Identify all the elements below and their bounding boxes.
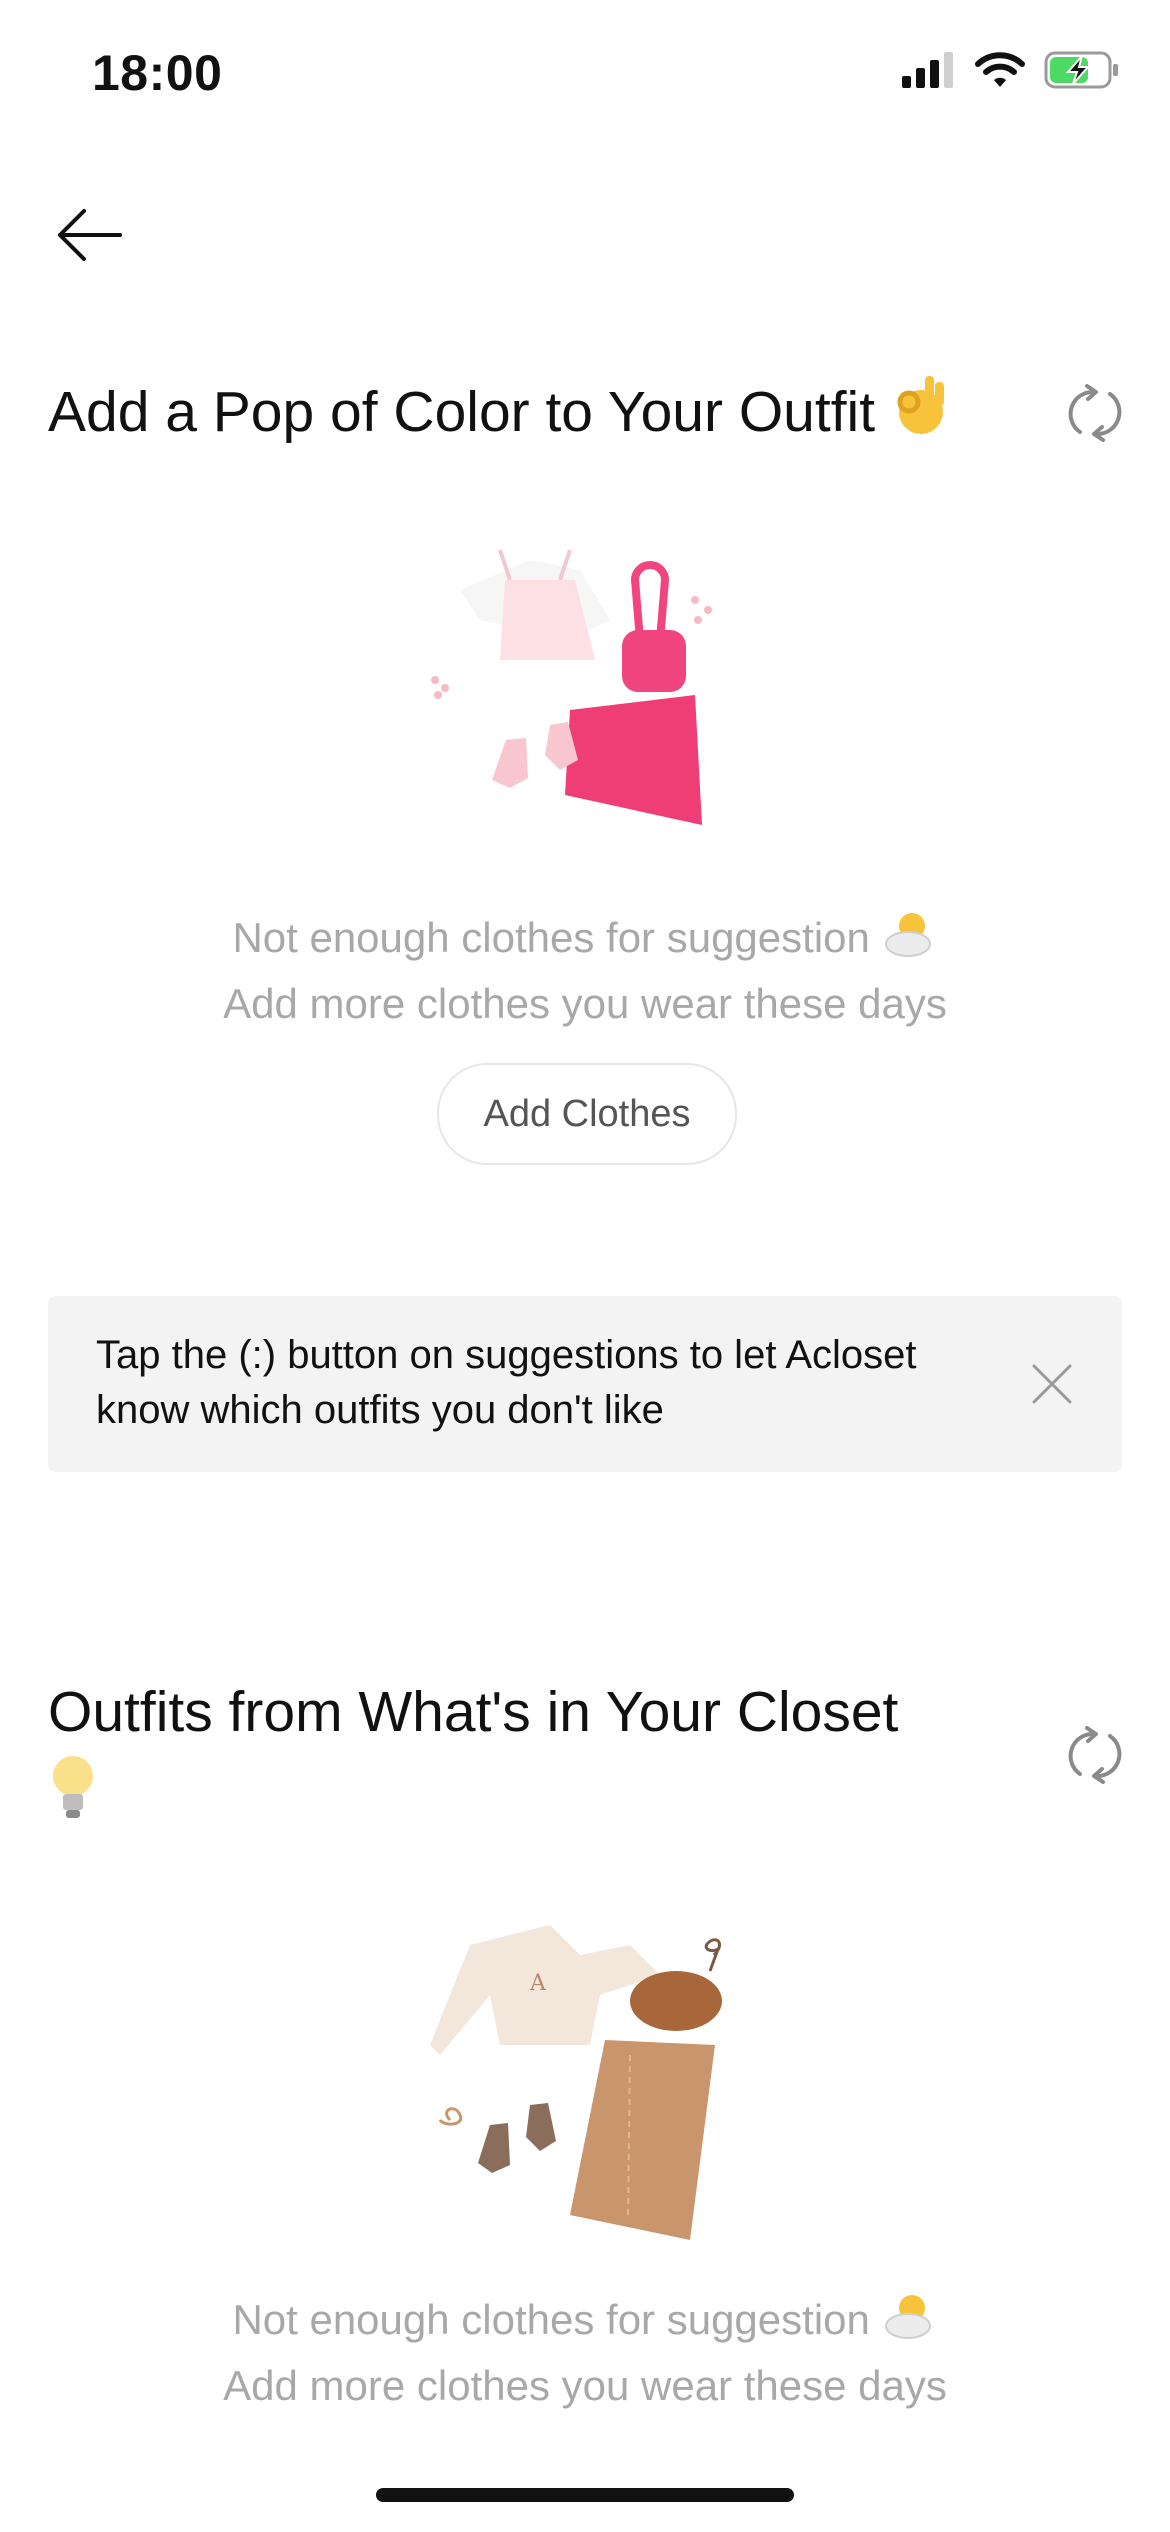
sun-behind-cloud-emoji bbox=[882, 908, 938, 974]
refresh-icon[interactable] bbox=[1060, 1720, 1130, 1790]
wifi-icon bbox=[975, 52, 1025, 87]
refresh-icon[interactable] bbox=[1060, 378, 1130, 448]
message-line-2: Add more clothes you wear these days bbox=[223, 980, 947, 1027]
close-icon[interactable] bbox=[1022, 1354, 1082, 1414]
closet-outfit-illustration: A bbox=[430, 1925, 722, 2240]
message-line-1: Not enough clothes for suggestion bbox=[232, 2296, 870, 2344]
status-bar: 18:00 bbox=[0, 0, 1170, 150]
message-line-2: Add more clothes you wear these days bbox=[223, 2362, 947, 2409]
message-line-1: Not enough clothes for suggestion bbox=[232, 914, 870, 962]
add-clothes-button[interactable]: Add Clothes bbox=[437, 1063, 737, 1165]
section-title-closet-outfits: Outfits from What's in Your Closet bbox=[48, 1672, 1008, 1843]
home-indicator[interactable] bbox=[376, 2488, 794, 2502]
ok-hand-emoji bbox=[891, 372, 951, 459]
svg-text:A: A bbox=[529, 1971, 547, 1996]
tip-text: Tap the (:) button on suggestions to let… bbox=[96, 1333, 917, 1432]
light-bulb-emoji bbox=[48, 1752, 98, 1843]
colorful-outfit-illustration bbox=[431, 549, 712, 825]
back-button[interactable] bbox=[44, 190, 134, 280]
battery-charging-icon bbox=[1044, 51, 1118, 89]
section-title-text: Add a Pop of Color to Your Outfit bbox=[48, 380, 876, 444]
section-title-pop-of-color: Add a Pop of Color to Your Outfit bbox=[48, 372, 951, 459]
sun-behind-cloud-emoji bbox=[882, 2290, 938, 2356]
section-title-text: Outfits from What's in Your Closet bbox=[48, 1680, 899, 1744]
empty-message: Not enough clothes for suggestion Add mo… bbox=[0, 908, 1170, 1034]
arrow-left-icon bbox=[58, 209, 122, 261]
tip-card: Tap the (:) button on suggestions to let… bbox=[48, 1296, 1122, 1472]
status-icons bbox=[902, 50, 1120, 90]
empty-message: Not enough clothes for suggestion Add mo… bbox=[0, 2290, 1170, 2416]
status-time: 18:00 bbox=[92, 45, 223, 101]
signal-icon bbox=[902, 52, 953, 88]
